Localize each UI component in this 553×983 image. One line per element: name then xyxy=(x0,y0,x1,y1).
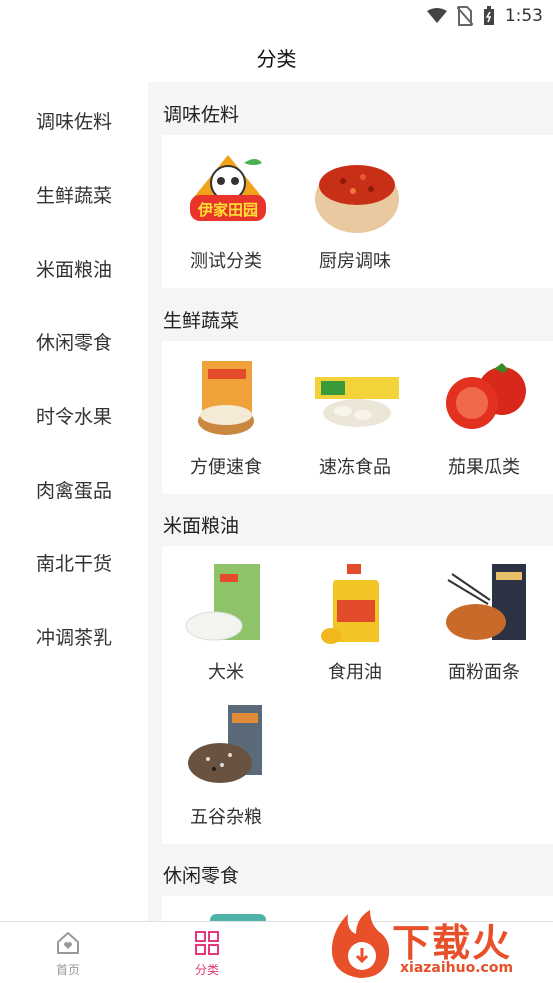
category-item[interactable]: 茄果瓜类 xyxy=(420,341,548,481)
sidebar-item-meat-eggs[interactable]: 肉禽蛋品 xyxy=(0,469,148,509)
sidebar-item-fresh-vegetables[interactable]: 生鲜蔬菜 xyxy=(0,174,148,214)
tab-category[interactable]: 分类 xyxy=(177,928,237,980)
status-time: 1:53 xyxy=(504,6,543,26)
brand-logo-image: 伊家田园 xyxy=(190,155,266,221)
sidebar-item-dry-goods[interactable]: 南北干货 xyxy=(0,542,148,582)
battery-icon xyxy=(483,6,494,25)
tab-home-label: 首页 xyxy=(55,963,80,977)
sidebar-item-seasonal-fruit[interactable]: 时令水果 xyxy=(0,395,148,435)
category-item[interactable]: 五谷杂粮 xyxy=(162,691,290,831)
frozen-dumplings-image xyxy=(315,377,399,427)
logo-lettering: 伊家田园 xyxy=(197,201,258,219)
watermark-url: xiazaihuo.com xyxy=(400,960,514,976)
home-icon xyxy=(57,932,79,954)
sidebar-item-drinks[interactable]: 冲调茶乳 xyxy=(0,616,148,656)
watermark-text: 下载火 xyxy=(392,921,513,965)
category-item-label: 大米 xyxy=(208,662,244,683)
tab-category-label: 分类 xyxy=(194,963,219,977)
rice-bag-image xyxy=(185,564,260,641)
category-item[interactable]: 厨房调味 xyxy=(291,135,419,275)
sidebar-item-seasoning[interactable]: 调味佐料 xyxy=(0,100,148,140)
category-item-label: 面粉面条 xyxy=(448,662,520,683)
category-item[interactable]: 食用油 xyxy=(291,546,419,686)
status-bar: 1:53 xyxy=(0,0,553,32)
category-item-label: 方便速食 xyxy=(190,457,262,478)
noodles-image xyxy=(446,564,526,640)
category-card: 方便速食 速冻食品 茄果瓜类 xyxy=(162,341,553,494)
page-title: 分类 xyxy=(256,46,297,71)
category-item-label: 食用油 xyxy=(328,662,382,683)
section-title: 生鲜蔬菜 xyxy=(163,310,240,332)
category-card: 伊家田园 测试分类 厨房调味 xyxy=(162,135,553,288)
category-item-label: 厨房调味 xyxy=(319,251,391,272)
tab-home[interactable]: 首页 xyxy=(38,928,98,980)
tomato-image xyxy=(446,363,526,429)
category-item[interactable]: 方便速食 xyxy=(162,341,290,481)
no-sim-icon xyxy=(456,6,473,26)
chili-bowl-image xyxy=(315,165,399,233)
category-sidebar: 调味佐料 生鲜蔬菜 米面粮油 休闲零食 时令水果 肉禽蛋品 南北干货 冲调茶乳 xyxy=(0,82,148,922)
category-item[interactable]: 伊家田园 测试分类 xyxy=(162,135,290,275)
status-icons: 1:53 xyxy=(426,4,543,28)
category-card: 大米 食用油 面粉面条 五谷杂粮 xyxy=(162,546,553,844)
section-title: 休闲零食 xyxy=(163,865,240,887)
category-item-label: 五谷杂粮 xyxy=(190,807,262,828)
grains-image xyxy=(188,705,262,783)
wifi-icon xyxy=(426,8,447,23)
section-title: 调味佐料 xyxy=(163,104,240,126)
header: 分类 xyxy=(0,32,553,82)
sidebar-item-snacks[interactable]: 休闲零食 xyxy=(0,321,148,361)
category-item[interactable]: 速冻食品 xyxy=(291,341,419,481)
category-item[interactable]: 大米 xyxy=(162,546,290,686)
watermark: 下载火 xiazaihuo.com xyxy=(326,908,552,982)
cooking-oil-image xyxy=(321,564,379,644)
category-content: 调味佐料 伊家田园 测试分类 厨房调味 生鲜蔬菜 方便速食 速冻食品 茄果瓜类 … xyxy=(148,82,553,922)
category-item-label: 速冻食品 xyxy=(319,457,391,478)
flame-logo-icon xyxy=(331,910,390,978)
category-item[interactable]: 面粉面条 xyxy=(420,546,548,686)
instant-food-image xyxy=(198,361,254,435)
section-title: 米面粮油 xyxy=(163,515,240,537)
category-item-label: 测试分类 xyxy=(190,251,262,272)
grid-icon xyxy=(195,931,219,955)
sidebar-item-rice-flour-oil[interactable]: 米面粮油 xyxy=(0,248,148,288)
category-item-label: 茄果瓜类 xyxy=(448,457,520,478)
